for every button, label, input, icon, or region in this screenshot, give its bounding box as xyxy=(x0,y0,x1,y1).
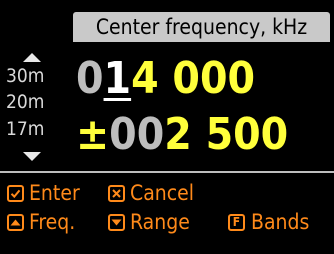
dialog-title: Center frequency, kHz xyxy=(73,12,330,42)
check-icon xyxy=(7,184,24,202)
divider xyxy=(0,171,334,173)
close-icon xyxy=(108,184,125,202)
band-item-20m[interactable]: 20m xyxy=(6,92,44,112)
freq-button[interactable]: Freq. xyxy=(7,210,75,234)
center-frequency-cursor-digit[interactable]: 1 xyxy=(104,53,132,104)
range-label: Range xyxy=(130,210,190,234)
scroll-down-icon[interactable] xyxy=(23,152,41,161)
enter-button[interactable]: Enter xyxy=(7,181,80,205)
center-frequency-value: 4 000 xyxy=(131,53,256,104)
bands-button[interactable]: F Bands xyxy=(228,210,309,234)
enter-label: Enter xyxy=(29,181,80,205)
range-field[interactable]: ±002 500 xyxy=(76,112,288,158)
scroll-up-icon[interactable] xyxy=(23,53,41,62)
center-frequency-field[interactable]: 014 000 xyxy=(76,56,255,102)
range-leading-zeros: 00 xyxy=(109,109,165,160)
cancel-button[interactable]: Cancel xyxy=(108,181,194,205)
range-sign: ± xyxy=(76,109,110,160)
frequency-dialog: Center frequency, kHz 30m 20m 17m 014 00… xyxy=(0,0,334,254)
band-item-17m[interactable]: 17m xyxy=(6,119,44,139)
range-button[interactable]: Range xyxy=(108,210,190,234)
cancel-label: Cancel xyxy=(130,181,195,205)
range-value: 2 500 xyxy=(164,109,289,160)
freq-label: Freq. xyxy=(29,210,76,234)
arrow-up-icon xyxy=(7,213,24,231)
arrow-down-icon xyxy=(108,213,125,231)
f-key-icon: F xyxy=(228,213,245,231)
bands-label: Bands xyxy=(251,210,310,234)
center-frequency-leading-zeros: 0 xyxy=(76,53,104,104)
band-item-30m[interactable]: 30m xyxy=(6,66,44,86)
